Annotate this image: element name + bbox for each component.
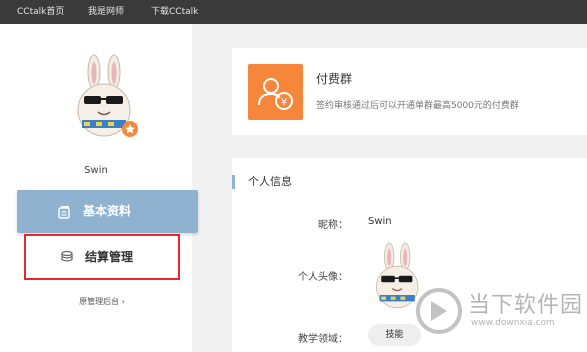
old-admin-link[interactable]: 原管理后台 › [0, 296, 204, 307]
avatar[interactable] [70, 54, 140, 146]
personal-info-title: 个人信息 [248, 175, 292, 188]
sidebar: Swin 基本资料 结算管理 原管理后台 › [0, 24, 198, 352]
menu-item-basic-info-label: 基本资料 [83, 204, 132, 218]
section-accent-bar [232, 175, 235, 189]
avatar-label: 个人头像： [298, 272, 348, 283]
downxia-logo-icon [416, 288, 462, 334]
nav-link-download-cctalk[interactable]: 下载CCtalk [151, 0, 198, 24]
nickname-label: 昵称： [318, 220, 348, 231]
teaching-field-tag[interactable]: 技能 [368, 324, 421, 346]
svg-text:¥: ¥ [281, 97, 287, 108]
username: Swin [84, 165, 108, 176]
coins-stack-icon [61, 250, 73, 262]
nav-link-cctalk-home[interactable]: CCtalk首页 [17, 0, 64, 24]
paid-group-description: 签约审核通过后可以开通单群最高5000元的付费群 [316, 101, 519, 111]
paid-group-icon: ¥ [248, 64, 303, 120]
profile-card-icon [58, 206, 70, 219]
watermark-text: 当下软件园 [468, 293, 584, 318]
watermark-url: www.downxia.com [471, 318, 555, 328]
nav-link-i-am-teacher[interactable]: 我是网师 [88, 0, 124, 24]
nickname-value: Swin [368, 216, 392, 227]
teaching-field-label: 教学领域： [298, 334, 348, 345]
menu-item-basic-info[interactable]: 基本资料 [17, 190, 198, 233]
watermark: 当下软件园 www.downxia.com [415, 285, 587, 340]
menu-item-settlement-label: 结算管理 [85, 250, 134, 264]
rabbit-avatar-icon [77, 54, 138, 137]
paid-group-card[interactable]: ¥ 付费群 签约审核通过后可以开通单群最高5000元的付费群 [232, 48, 587, 135]
menu-item-settlement[interactable]: 结算管理 [24, 234, 180, 280]
top-navigation-bar: CCtalk首页 我是网师 下载CCtalk [0, 0, 587, 24]
paid-group-title: 付费群 [316, 72, 353, 86]
